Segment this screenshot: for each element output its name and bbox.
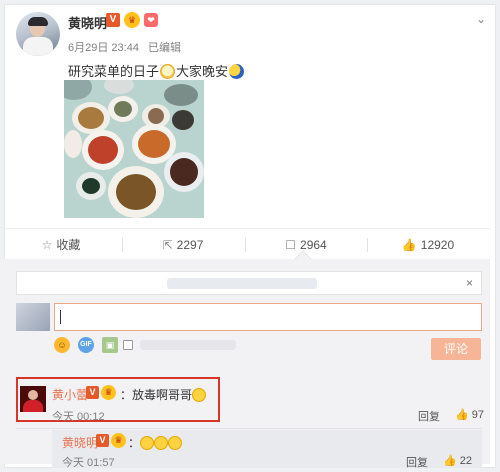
commenter-name[interactable]: 黄小蕾: [52, 386, 88, 403]
repost-icon: ⇱: [162, 238, 173, 252]
member-crown-icon: ♛: [101, 385, 116, 400]
emoji-icon: [168, 436, 183, 450]
favorite-button[interactable]: ☆ 收藏: [0, 229, 122, 261]
author-avatar[interactable]: [16, 12, 60, 56]
commenter-avatar[interactable]: [20, 386, 46, 412]
emoji-icon: [154, 436, 169, 450]
comment-like-button[interactable]: 👍 97: [455, 408, 484, 421]
comment-icon: ☐: [285, 238, 297, 252]
reply-author-name[interactable]: 黄晓明: [62, 434, 98, 451]
thumbs-up-icon: 👍: [455, 409, 469, 421]
emoji-icon: [140, 436, 155, 450]
like-button[interactable]: 👍 12920: [367, 229, 489, 261]
comment-like-count: 97: [471, 409, 484, 421]
gif-icon[interactable]: GIF: [78, 337, 94, 353]
like-count: 12920: [420, 238, 455, 252]
verified-badge: V: [96, 434, 109, 447]
chevron-down-icon[interactable]: ⌄: [476, 12, 486, 26]
my-avatar: [16, 303, 50, 331]
repost-count: 2297: [176, 238, 204, 252]
blurred-option-text: [140, 340, 236, 350]
favorite-label: 收藏: [56, 238, 81, 252]
post-date[interactable]: 6月29日 23:44: [68, 42, 139, 54]
repost-button[interactable]: ⇱ 2297: [122, 229, 244, 261]
edited-label[interactable]: 已编辑: [148, 42, 181, 54]
laugh-cry-emoji-icon: [192, 388, 207, 402]
comment-time: 今天 00:12: [52, 411, 105, 423]
comment-input[interactable]: [54, 303, 482, 331]
reply-text: ：: [128, 434, 183, 451]
member-crown-icon: ♛: [111, 433, 126, 448]
moon-emoji-icon: [229, 64, 245, 79]
image-icon[interactable]: ▣: [102, 337, 118, 353]
repost-checkbox[interactable]: [123, 340, 133, 350]
thumbs-up-icon: 👍: [401, 238, 417, 252]
post-action-bar: ☆ 收藏 ⇱ 2297 ☐ 2964 👍 12920: [0, 228, 490, 260]
reply-like-count: 22: [459, 455, 472, 467]
author-name[interactable]: 黄晓明: [68, 13, 107, 32]
post-text-part: 大家晚安: [176, 64, 229, 79]
verified-badge: V: [106, 13, 120, 27]
text-caret: [60, 310, 61, 324]
smile-icon[interactable]: ☺: [54, 337, 70, 353]
reply-text-body: ：: [128, 436, 141, 450]
cute-emoji-icon: [160, 64, 176, 79]
star-icon: ☆: [41, 238, 53, 252]
close-icon[interactable]: ×: [466, 276, 473, 290]
submit-comment-button[interactable]: 评论: [431, 338, 481, 360]
reply-like-button[interactable]: 👍 22: [443, 454, 472, 467]
comment-count: 2964: [300, 238, 327, 252]
notice-bar: ×: [16, 271, 482, 295]
verified-badge: V: [86, 386, 99, 399]
comment-text: ：放毒啊哥哥: [120, 386, 207, 403]
divider: [16, 428, 482, 429]
blurred-notice-text: [167, 278, 317, 289]
reply-button[interactable]: 回复: [406, 454, 428, 470]
reply-button[interactable]: 回复: [418, 408, 440, 424]
thumbs-up-icon: 👍: [443, 455, 457, 467]
gift-icon: ❤: [144, 13, 158, 27]
member-crown-icon: ♛: [124, 12, 140, 28]
post-meta: 6月29日 23:44 已编辑: [68, 39, 187, 55]
post-text-part: 研究菜单的日子: [68, 64, 160, 79]
comment-text-body: ：放毒啊哥哥: [120, 388, 193, 402]
reply-time: 今天 01:57: [62, 457, 115, 469]
post-text: 研究菜单的日子 大家晚安: [68, 61, 245, 80]
post-photo-food[interactable]: [64, 80, 204, 218]
